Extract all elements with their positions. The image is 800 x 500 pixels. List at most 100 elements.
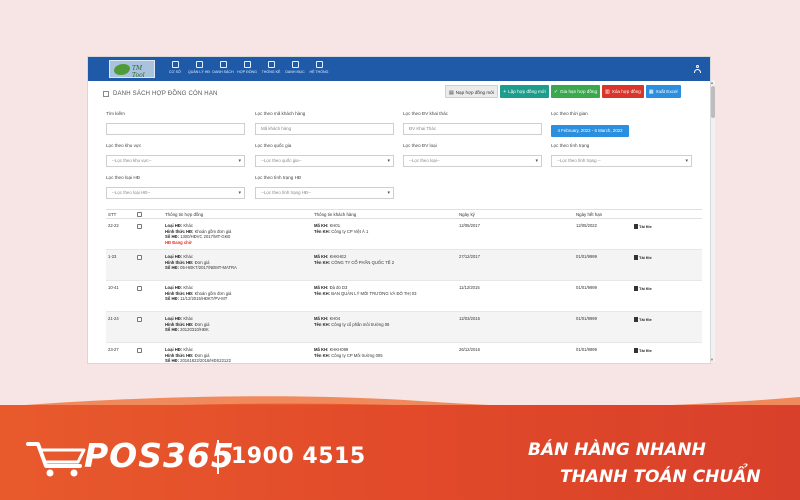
nav-item-label: QUẢN LÝ HĐ	[188, 70, 210, 74]
search-label: Tìm kiếm	[106, 111, 125, 116]
download-file-link[interactable]: Tải file	[634, 317, 652, 322]
scrollbar-thumb[interactable]	[711, 86, 715, 118]
operator-input[interactable]: ĐV Khai Thác	[403, 123, 542, 135]
contract-type-select[interactable]: --Lọc theo loại HĐ--	[106, 187, 245, 199]
user-icon[interactable]	[694, 65, 701, 73]
toolbar-button-1[interactable]: ▤ Nạp hợp đồng mới	[445, 85, 499, 98]
row-sign-date: 12/05/2017	[459, 223, 480, 228]
nav-item-7[interactable]: HỆ THỐNG	[306, 60, 332, 80]
list-icon	[291, 61, 299, 68]
table-row[interactable]: 22-22 Loại HĐ: Khác Hình thức HĐ: Khoán gồ…	[106, 219, 702, 250]
nav-item-6[interactable]: DANH MỤC	[282, 60, 308, 80]
contract-status-label: Lọc theo tình trạng HĐ	[255, 175, 302, 180]
status-label: Lọc theo tình trạng	[551, 143, 590, 148]
pos365-logo-text: POS365	[84, 436, 235, 475]
table-row[interactable]: 21-24 Loại HĐ: Khác Hình thức HĐ: Đơn giá S…	[106, 312, 702, 343]
vertical-scrollbar[interactable]	[711, 80, 715, 362]
banner-divider	[217, 440, 219, 474]
row-contract-info: Loại HĐ: Khác Hình thức HĐ: Khoán gồm đơn…	[165, 285, 232, 302]
top-navigation-bar: TM Tool CƠ SỞ QUẢN LÝ HĐ DANH SÁCH HỢP ĐỒNG…	[88, 57, 710, 81]
row-stt: 1-23	[108, 254, 117, 259]
status-select[interactable]: --Lọc theo tình trạng --	[551, 155, 692, 167]
page-title: DANH SÁCH HỢP ĐỒNG CÒN HẠN	[113, 91, 218, 97]
toolbar-button-label: Xóa hợp đồng	[611, 89, 641, 94]
file-icon	[634, 286, 638, 291]
scroll-up-arrow-icon[interactable]: ▲	[710, 80, 714, 85]
customer-code-input[interactable]: Mã khách hàng	[255, 123, 394, 135]
region-select[interactable]: --Lọc theo khu vực--	[106, 155, 245, 167]
table-row[interactable]: 23-27 Loại HĐ: Khác Hình thức HĐ: Đơn giá S…	[106, 343, 702, 363]
download-file-link[interactable]: Tải file	[634, 348, 652, 353]
download-file-link[interactable]: Tải file	[634, 286, 652, 291]
row-sign-date: 27/12/2017	[459, 254, 480, 259]
document-icon: ▤	[449, 90, 454, 96]
nav-item-2[interactable]: QUẢN LÝ HĐ	[186, 60, 212, 80]
row-expiry-date: 01/01/9999	[576, 347, 597, 352]
row-checkbox[interactable]	[137, 255, 142, 260]
download-file-link[interactable]: Tải file	[634, 255, 652, 260]
page-title-icon	[103, 91, 109, 97]
search-input[interactable]	[106, 123, 245, 135]
file-icon	[634, 348, 638, 353]
trash-icon: ▥	[605, 89, 610, 95]
refresh-icon	[243, 61, 251, 68]
nav-item-5[interactable]: THỐNG KÊ	[258, 60, 284, 80]
row-stt: 10-41	[108, 285, 119, 290]
toolbar-button-3[interactable]: ✓ Gia hạn hợp đồng	[550, 85, 601, 98]
row-stt: 23-27	[108, 347, 119, 352]
row-sign-date: 12/03/2015	[459, 316, 480, 321]
row-customer-info: Mã KH: KHKH099 Tên KH: Công ty CP Môi trư…	[314, 347, 383, 358]
nav-item-label: DANH MỤC	[285, 70, 305, 74]
header-expiry-date: Ngày hết hạn	[576, 212, 603, 217]
slogan-line-2: THANH TOÁN CHUẨN	[560, 467, 761, 487]
header-customer-info: Thông tin khách hàng	[314, 212, 357, 217]
row-sign-date: 26/12/2016	[459, 347, 480, 352]
toolbar-button-2[interactable]: + Lập hợp đồng mới	[500, 85, 549, 98]
row-checkbox[interactable]	[137, 286, 142, 291]
nav-item-4[interactable]: HỢP ĐỒNG	[234, 60, 260, 80]
row-checkbox[interactable]	[137, 224, 142, 229]
unit-type-select[interactable]: --Lọc theo loại--	[403, 155, 542, 167]
date-range-picker[interactable]: 4 February, 2022 - 5 March, 2022	[551, 125, 629, 137]
file-icon	[634, 255, 638, 260]
table-row[interactable]: 1-23 Loại HĐ: Khác Hình thức HĐ: Đơn giá Số…	[106, 250, 702, 281]
row-checkbox[interactable]	[137, 317, 142, 322]
toolbar-button-label: Lập hợp đồng mới	[508, 89, 546, 94]
nav-item-3[interactable]: DANH SÁCH	[210, 60, 236, 80]
row-expiry-date: 01/01/9999	[576, 254, 597, 259]
table-row[interactable]: 10-41 Loại HĐ: Khác Hình thức HĐ: Khoán gồ…	[106, 281, 702, 312]
contract-status-select[interactable]: --Lọc theo tình trạng HĐ--	[255, 187, 394, 199]
row-expiry-date: 12/05/2022	[576, 223, 597, 228]
customer-code-label: Lọc theo mã khách hàng	[255, 111, 306, 116]
row-checkbox[interactable]	[137, 348, 142, 353]
leaf-logo-icon	[114, 64, 130, 75]
nav-item-label: DANH SÁCH	[212, 70, 234, 74]
hotline-number[interactable]: 1900 4515	[231, 444, 366, 469]
nav-item-1[interactable]: CƠ SỞ	[162, 60, 188, 80]
row-stt: 22-22	[108, 223, 119, 228]
row-expiry-date: 01/01/9999	[576, 285, 597, 290]
select-all-checkbox[interactable]	[137, 212, 142, 217]
unit-type-label: Lọc theo ĐV loại	[403, 143, 437, 148]
contract-type-label: Lọc theo loại HĐ	[106, 175, 140, 180]
country-select[interactable]: --Lọc theo quốc gia--	[255, 155, 394, 167]
nav-item-label: THỐNG KÊ	[261, 70, 281, 74]
region-label: Lọc theo khu vực	[106, 143, 142, 148]
app-logo[interactable]: TM Tool	[109, 60, 155, 78]
image-icon	[219, 61, 227, 68]
row-contract-info: Loại HĐ: Khác Hình thức HĐ: Khoán gồm đơn…	[165, 223, 232, 245]
row-customer-info: Mã KH: Đà đo D3 Tên KH: BAN QUẢN LÝ MÔI T…	[314, 285, 417, 296]
header-contract-info: Thông tin hợp đồng	[165, 212, 204, 217]
scroll-down-arrow-icon[interactable]: ▼	[710, 357, 714, 362]
row-contract-info: Loại HĐ: Khác Hình thức HĐ: Đơn giá Số HĐ:…	[165, 316, 210, 333]
contract-status-text: HĐ Đang chờ	[165, 239, 192, 245]
code-icon	[195, 61, 203, 68]
header-stt: STT	[108, 212, 117, 217]
app-window: TM Tool CƠ SỞ QUẢN LÝ HĐ DANH SÁCH HỢP ĐỒNG…	[87, 56, 711, 364]
toolbar-button-4[interactable]: ▥ Xóa hợp đồng	[602, 85, 644, 98]
main-content: DANH SÁCH HỢP ĐỒNG CÒN HẠN ▤ Nạp hợp đồng…	[96, 81, 702, 363]
row-expiry-date: 01/01/9999	[576, 316, 597, 321]
file-icon	[634, 317, 638, 322]
download-file-link[interactable]: Tải file	[634, 224, 652, 229]
toolbar-button-5[interactable]: ▦ Xuất Excel	[645, 85, 681, 98]
